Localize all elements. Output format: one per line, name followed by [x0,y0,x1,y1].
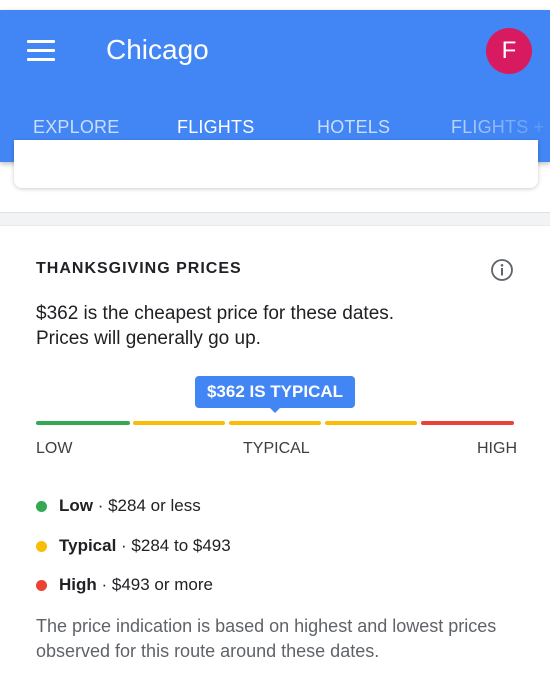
page-title: Chicago [106,34,209,65]
legend-text: High · $493 or more [59,573,213,597]
price-scale-high-segment [421,421,514,425]
price-footnote: The price indication is based on highest… [36,616,497,661]
price-scale-low-segment [36,421,130,425]
legend-text: Low · $284 or less [59,494,201,518]
price-scale-typical-segment [133,421,225,425]
price-scale-typical-segment [229,421,321,425]
avatar[interactable]: F [486,28,532,74]
previous-card [14,140,538,188]
legend-name: Typical [59,536,117,555]
legend-text: Typical · $284 to $493 [59,534,231,558]
scale-label-typical: TYPICAL [243,440,310,457]
legend-range: · $284 or less [93,496,201,515]
price-indicator-pointer [268,406,282,413]
status-bar [0,0,550,10]
price-scale-typical-segment [325,421,417,425]
scale-label-high: HIGH [477,440,517,457]
high-dot-icon [36,580,47,591]
menu-icon[interactable] [27,40,55,62]
legend-range: · $493 or more [96,575,214,594]
low-dot-icon [36,501,47,512]
legend-range: · $284 to $493 [116,536,231,555]
summary-line-2: Prices will generally go up. [36,328,261,349]
section-separator [0,212,550,226]
price-summary: $362 is the cheapest price for these dat… [36,301,516,351]
legend-name: High [59,575,97,594]
scale-label-low: LOW [36,440,73,457]
info-icon[interactable] [490,258,514,282]
section-title: THANKSGIVING PRICES [36,260,242,277]
legend-name: Low [59,496,93,515]
price-indicator-badge: $362 IS TYPICAL [195,376,355,408]
typical-dot-icon [36,541,47,552]
summary-line-1: $362 is the cheapest price for these dat… [36,303,395,324]
